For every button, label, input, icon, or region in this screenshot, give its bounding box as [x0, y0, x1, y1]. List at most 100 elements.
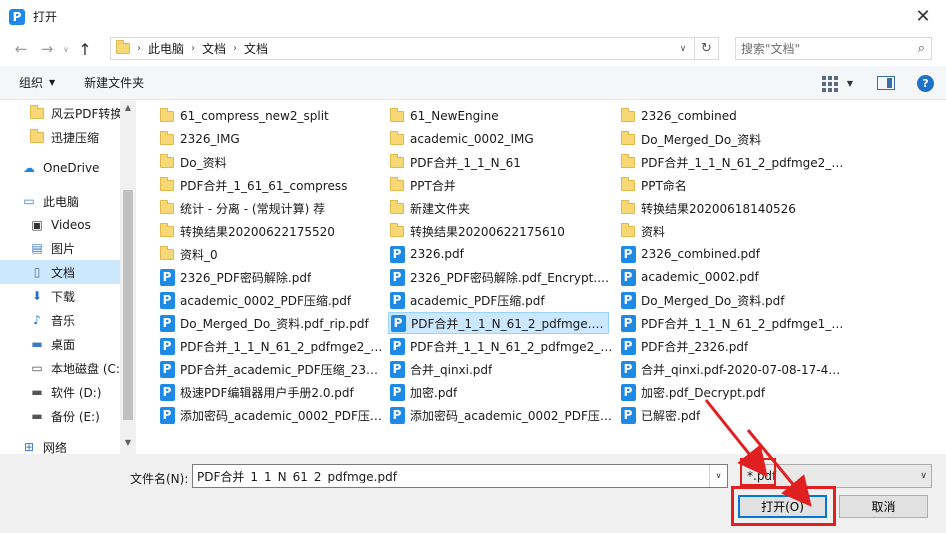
- video-icon: ▣: [31, 218, 43, 232]
- recent-locations-button[interactable]: ∨: [60, 36, 72, 62]
- filename-dropdown-icon[interactable]: ∨: [709, 465, 727, 487]
- folder-item[interactable]: 2326_combined: [619, 105, 845, 127]
- folder-item[interactable]: PDF合并_1_1_N_61_2_pdfmge2_sp...: [619, 151, 845, 173]
- pdf-file-item[interactable]: P 加密.pdf_Decrypt.pdf: [619, 381, 845, 403]
- folder-icon: [158, 245, 176, 260]
- help-icon[interactable]: ?: [917, 74, 934, 92]
- folder-item[interactable]: academic_0002_IMG: [388, 128, 614, 150]
- open-button[interactable]: 打开(O): [738, 495, 827, 518]
- pdf-file-item[interactable]: P 合并_qinxi.pdf-2020-07-08-17-43-...: [619, 358, 845, 380]
- pdf-file-item[interactable]: P 2326_combined.pdf: [619, 243, 845, 265]
- refresh-button[interactable]: ↻: [694, 38, 718, 59]
- pdf-file-item[interactable]: P 添加密码_academic_0002_PDF压缩...: [158, 404, 384, 426]
- new-folder-button[interactable]: 新建文件夹: [84, 74, 144, 91]
- preview-pane-icon[interactable]: [877, 76, 895, 90]
- nav-item[interactable]: ☁ OneDrive: [0, 156, 120, 180]
- folder-item[interactable]: 2326_IMG: [158, 128, 384, 150]
- filter-dropdown-icon[interactable]: ∨: [920, 465, 927, 487]
- pdf-file-item[interactable]: P PDF合并_1_1_N_61_2_pdfmge2_sp...: [388, 335, 614, 357]
- scroll-up-arrow-icon[interactable]: ▲: [120, 100, 136, 116]
- pdf-file-item[interactable]: P PDF合并_1_1_N_61_2_pdfmge2_sp...: [158, 335, 384, 357]
- folder-item[interactable]: 新建文件夹: [388, 197, 614, 219]
- pdf-file-item[interactable]: P 2326_PDF密码解除.pdf: [158, 266, 384, 288]
- folder-item[interactable]: Do_资料: [158, 151, 384, 173]
- close-button[interactable]: ✕: [900, 0, 946, 32]
- folder-item[interactable]: PPT合并: [388, 174, 614, 196]
- nav-item[interactable]: 风云PDF转换器: [0, 101, 120, 125]
- folder-item[interactable]: PPT命名: [619, 174, 845, 196]
- address-dropdown-button[interactable]: ∨: [674, 38, 692, 59]
- folder-item[interactable]: Do_Merged_Do_资料: [619, 128, 845, 150]
- nav-item[interactable]: ▤ 图片: [0, 236, 120, 260]
- nav-item[interactable]: ▬ 桌面: [0, 332, 120, 356]
- file-name: 添加密码_academic_0002_PDF压缩...: [180, 408, 384, 423]
- nav-item[interactable]: ▬ 软件 (D:): [0, 380, 120, 404]
- file-name: 极速PDF编辑器用户手册2.0.pdf: [180, 385, 354, 400]
- breadcrumb-documents-sub[interactable]: 文档: [244, 40, 268, 57]
- nav-scrollbar[interactable]: ▲ ▼: [120, 100, 136, 454]
- folder-item[interactable]: 资料_0: [158, 243, 384, 265]
- pdf-file-icon: P: [158, 268, 176, 286]
- computer-icon: ▭: [23, 194, 35, 208]
- cancel-button[interactable]: 取消: [839, 495, 928, 518]
- folder-item[interactable]: 统计 - 分离 - (常规计算) 荐: [158, 197, 384, 219]
- folder-item[interactable]: 61_NewEngine: [388, 105, 614, 127]
- folder-item[interactable]: 转换结果20200622175610: [388, 220, 614, 242]
- pdf-file-item[interactable]: Pacademic_PDF压缩.pdf: [388, 289, 614, 311]
- breadcrumb-this-pc[interactable]: 此电脑: [148, 40, 184, 57]
- search-icon[interactable]: ⌕: [918, 41, 925, 56]
- pdf-file-item[interactable]: P 添加密码_academic_0002_PDF压缩...: [388, 404, 614, 426]
- pdf-file-item[interactable]: P Do_Merged_Do_资料.pdf_rip.pdf: [158, 312, 384, 334]
- pdf-file-item[interactable]: P 2326_PDF密码解除.pdf_Encrypt.pdf: [388, 266, 614, 288]
- search-box[interactable]: ⌕: [735, 37, 932, 60]
- breadcrumb-separator: ›: [191, 43, 196, 54]
- back-button[interactable]: ←: [8, 36, 34, 62]
- up-button[interactable]: ↑: [72, 36, 98, 62]
- folder-item[interactable]: 61_compress_new2_split: [158, 105, 384, 127]
- pdf-file-item[interactable]: P 极速PDF编辑器用户手册2.0.pdf: [158, 381, 384, 403]
- drive-c-icon: ▭: [31, 361, 43, 375]
- nav-item[interactable]: ▯ 文档: [0, 260, 120, 284]
- file-type-filter[interactable]: *.pdf ∨: [741, 464, 932, 488]
- pdf-file-item[interactable]: P 加密.pdf: [388, 381, 614, 403]
- folder-item[interactable]: 资料: [619, 220, 845, 242]
- pdf-file-item[interactable]: Pacademic_0002_PDF压缩.pdf: [158, 289, 384, 311]
- pdf-file-icon: P: [388, 291, 406, 309]
- nav-item[interactable]: ▬ 备份 (E:): [0, 404, 120, 428]
- filename-field[interactable]: ∨: [192, 464, 728, 488]
- view-caret-down-icon[interactable]: ▼: [847, 79, 853, 88]
- folder-item[interactable]: 转换结果20200622175520: [158, 220, 384, 242]
- search-input[interactable]: [741, 41, 911, 56]
- scroll-down-arrow-icon[interactable]: ▼: [120, 435, 136, 451]
- folder-item[interactable]: PDF合并_1_61_61_compress: [158, 174, 384, 196]
- nav-scrollbar-thumb[interactable]: [123, 190, 133, 420]
- pdf-file-item[interactable]: P PDF合并_1_1_N_61_2_pdfmge.pdf: [388, 312, 609, 334]
- breadcrumb-documents[interactable]: 文档: [202, 40, 226, 57]
- pdf-file-item[interactable]: P 合并_qinxi.pdf: [388, 358, 614, 380]
- pdf-file-item[interactable]: Pacademic_0002.pdf: [619, 266, 845, 288]
- nav-item-label: 音乐: [51, 313, 76, 328]
- view-options-icon[interactable]: [819, 73, 839, 93]
- address-field[interactable]: › 此电脑 › 文档 › 文档 ∨ ↻: [110, 37, 719, 60]
- folder-item[interactable]: 转换结果20200618140526: [619, 197, 845, 219]
- nav-item[interactable]: ♪ 音乐: [0, 308, 120, 332]
- file-name: 2326_combined.pdf: [641, 247, 760, 261]
- pdf-file-item[interactable]: P Do_Merged_Do_资料.pdf: [619, 289, 845, 311]
- pdf-file-icon: P: [619, 360, 637, 378]
- nav-item[interactable]: 迅捷压缩: [0, 125, 120, 149]
- nav-item[interactable]: ▭ 本地磁盘 (C:): [0, 356, 120, 380]
- pdf-file-item[interactable]: P PDF合并_2326.pdf: [619, 335, 845, 357]
- nav-item[interactable]: ⊞ 网络: [0, 435, 120, 454]
- nav-item[interactable]: ⬇ 下载: [0, 284, 120, 308]
- pdf-file-item[interactable]: P PDF合并_1_1_N_61_2_pdfmge1_sp...: [619, 312, 845, 334]
- filename-input[interactable]: [197, 469, 697, 483]
- pdf-file-item[interactable]: P 已解密.pdf: [619, 404, 845, 426]
- nav-item[interactable]: ▣ Videos: [0, 213, 120, 237]
- pdf-file-item[interactable]: P PDF合并_academic_PDF压缩_2326...: [158, 358, 384, 380]
- app-logo-icon: P: [9, 8, 25, 25]
- pdf-file-item[interactable]: P 2326.pdf: [388, 243, 614, 265]
- forward-button[interactable]: →: [34, 36, 60, 62]
- organize-button[interactable]: 组织 ▼: [19, 74, 55, 91]
- folder-item[interactable]: PDF合并_1_1_N_61: [388, 151, 614, 173]
- nav-item[interactable]: ▭ 此电脑: [0, 189, 120, 213]
